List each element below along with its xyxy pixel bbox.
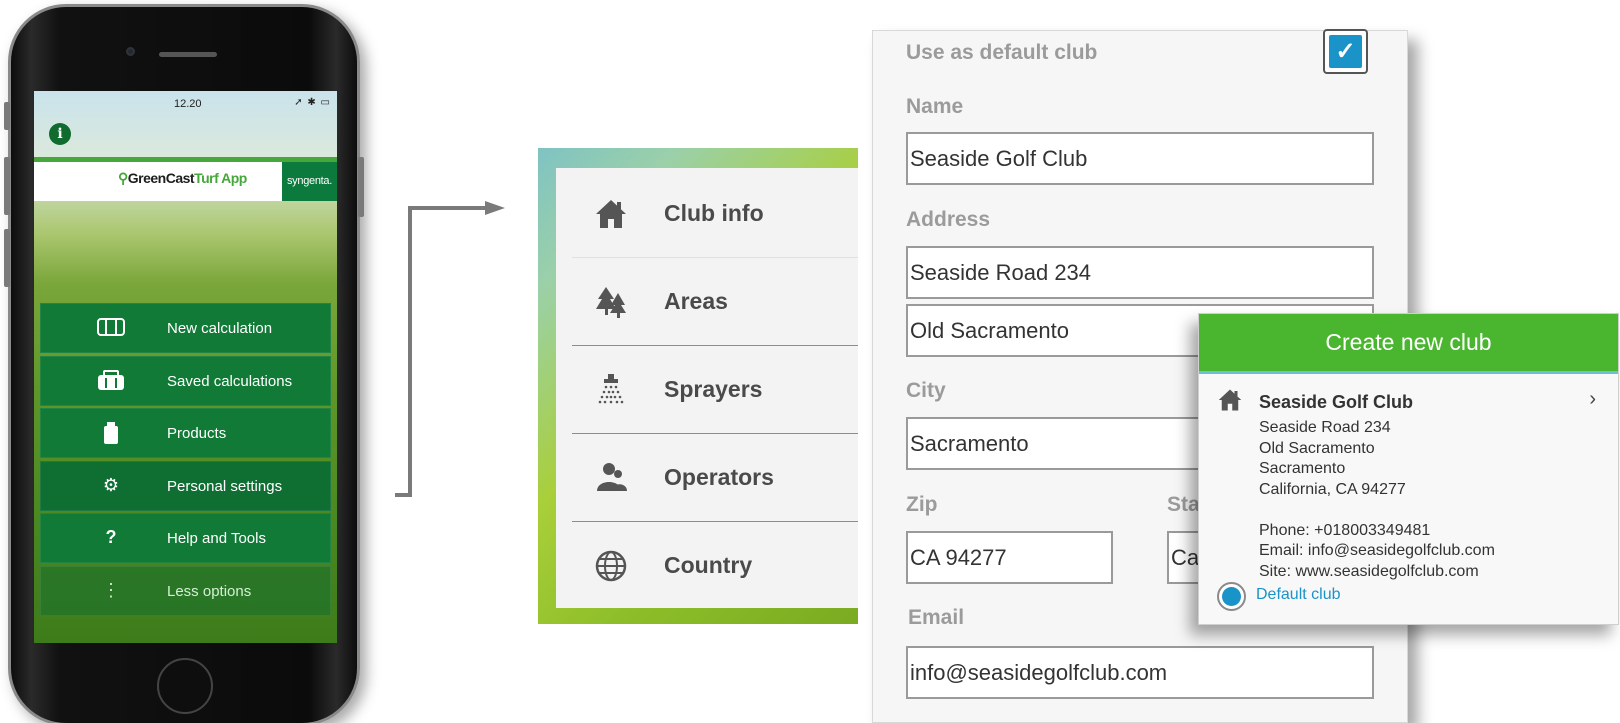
address-line1-input[interactable]: Seaside Road 234 bbox=[906, 246, 1374, 299]
default-club-label: Default club bbox=[1256, 586, 1341, 603]
side-menu-item-sprayers[interactable]: Sprayers bbox=[572, 346, 858, 434]
name-label: Name bbox=[906, 95, 964, 118]
globe-icon bbox=[594, 549, 628, 583]
address-label: Address bbox=[906, 208, 991, 231]
zip-label: Zip bbox=[906, 493, 938, 516]
arrow-head-icon bbox=[485, 201, 505, 215]
chevron-right-icon[interactable]: › bbox=[1589, 388, 1596, 411]
volume-down-button bbox=[4, 229, 10, 287]
side-menu-item-areas[interactable]: Areas bbox=[572, 258, 858, 346]
zip-input[interactable]: CA 94277 bbox=[906, 531, 1113, 584]
header-divider bbox=[1199, 371, 1618, 374]
status-bar: 12.20 ➚ ✱ ▭ bbox=[34, 91, 337, 113]
brand-bar: ⚲GreenCastTurf App syngenta. bbox=[34, 157, 337, 201]
trees-icon bbox=[594, 285, 628, 319]
email-label: Email bbox=[908, 606, 965, 629]
house-icon bbox=[594, 197, 628, 231]
create-club-card: Create new club Seaside Golf Club › Seas… bbox=[1198, 313, 1619, 625]
info-icon[interactable]: i bbox=[49, 123, 71, 145]
club-details: Seaside Road 234 Old Sacramento Sacramen… bbox=[1259, 419, 1495, 580]
city-label: City bbox=[906, 379, 946, 402]
menu-item-products[interactable]: Products bbox=[40, 408, 331, 458]
greencast-logo: ⚲GreenCastTurf App bbox=[118, 170, 247, 186]
menu-item-personal-settings[interactable]: ⚙ Personal settings bbox=[40, 460, 331, 511]
default-club-radio[interactable] bbox=[1217, 582, 1246, 611]
more-options-icon: ⋮ bbox=[102, 579, 120, 600]
leaf-icon: ⚲ bbox=[118, 170, 128, 186]
side-menu: Club info Areas Sprayers Operators Count… bbox=[556, 168, 858, 608]
create-new-club-button[interactable]: Create new club bbox=[1199, 314, 1618, 371]
side-menu-item-club-info[interactable]: Club info bbox=[572, 170, 858, 258]
email-input[interactable]: info@seasidegolfclub.com bbox=[906, 646, 1374, 699]
volume-up-button bbox=[4, 157, 10, 215]
mute-switch bbox=[4, 102, 10, 130]
state-label: Sta bbox=[1167, 493, 1200, 516]
front-camera bbox=[126, 47, 135, 56]
gear-icon: ⚙ bbox=[102, 474, 120, 495]
menu-item-new-calculation[interactable]: New calculation bbox=[40, 303, 331, 353]
power-button bbox=[358, 157, 364, 217]
default-club-label: Use as default club bbox=[906, 41, 1098, 64]
status-time: 12.20 bbox=[174, 98, 202, 110]
phone-mockup: 12.20 ➚ ✱ ▭ i ⚲GreenCastTurf App syngent… bbox=[4, 4, 364, 723]
house-icon bbox=[1217, 388, 1243, 418]
menu-item-saved-calculations[interactable]: Saved calculations bbox=[40, 355, 331, 406]
connector-arrow bbox=[395, 201, 505, 497]
syngenta-logo: syngenta. bbox=[282, 162, 337, 201]
home-button bbox=[157, 658, 213, 714]
calculator-icon bbox=[96, 317, 126, 342]
phone-screen: 12.20 ➚ ✱ ▭ i ⚲GreenCastTurf App syngent… bbox=[34, 91, 337, 643]
sprayer-icon bbox=[594, 373, 628, 407]
checkmark-icon: ✓ bbox=[1329, 35, 1362, 68]
default-club-checkbox[interactable]: ✓ bbox=[1323, 29, 1368, 74]
side-menu-item-country[interactable]: Country bbox=[572, 522, 858, 610]
status-icons: ➚ ✱ ▭ bbox=[294, 97, 331, 108]
product-bottle-icon bbox=[96, 422, 126, 449]
menu-item-less-options[interactable]: ⋮ Less options bbox=[40, 565, 331, 616]
saved-calculations-icon bbox=[96, 369, 126, 397]
side-menu-item-operators[interactable]: Operators bbox=[572, 434, 858, 522]
operators-icon bbox=[594, 461, 628, 495]
earpiece-speaker bbox=[159, 52, 217, 57]
main-menu: New calculation Saved calculations Produ… bbox=[40, 303, 331, 618]
club-name: Seaside Golf Club bbox=[1259, 392, 1414, 412]
question-icon: ? bbox=[105, 527, 117, 547]
name-input[interactable]: Seaside Golf Club bbox=[906, 132, 1374, 185]
menu-item-help-and-tools[interactable]: ? Help and Tools bbox=[40, 513, 331, 563]
